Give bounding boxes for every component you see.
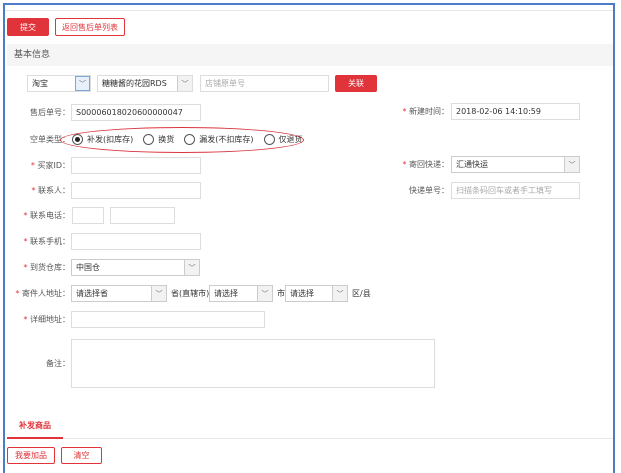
return-express-select[interactable]: 汇通快运 ﹀ <box>451 156 580 173</box>
address-label: * 寄件人地址： <box>15 289 70 298</box>
chevron-down-icon: ﹀ <box>564 157 579 172</box>
platform-select[interactable]: 淘宝 ﹀ <box>27 75 91 92</box>
shop-select[interactable]: 糖糖酱的花园RDS ﹀ <box>97 75 193 92</box>
warehouse-select[interactable]: 中国仓 ﹀ <box>71 259 200 276</box>
province-select[interactable]: 请选择省 ﹀ <box>71 285 167 302</box>
return-express-label: * 寄回快递： <box>402 160 449 169</box>
chevron-down-icon: ﹀ <box>177 76 192 91</box>
chevron-down-icon: ﹀ <box>332 286 347 301</box>
phone-number-field[interactable] <box>110 207 175 224</box>
created-time-field[interactable]: 2018-02-06 14:10:59 <box>451 103 580 120</box>
detail-address-label: * 详细地址： <box>23 315 70 324</box>
warehouse-label: * 到货仓库： <box>23 263 70 272</box>
link-button[interactable]: 关联 <box>335 75 377 92</box>
return-express-value: 汇通快运 <box>456 160 488 169</box>
add-goods-button[interactable]: 我要加品 <box>7 447 55 464</box>
after-sale-no-field[interactable]: S00006018020600000047 <box>71 104 201 121</box>
remark-label: 备注： <box>46 359 70 368</box>
submit-button[interactable]: 提交 <box>7 18 49 36</box>
tracking-field[interactable]: 扫描条码回车或者手工填写 <box>451 182 580 199</box>
buyer-id-field[interactable] <box>71 157 201 174</box>
original-order-input[interactable]: 店铺原单号 <box>200 75 329 92</box>
district-select[interactable]: 请选择 ﹀ <box>285 285 348 302</box>
chevron-down-icon: ﹀ <box>184 260 199 275</box>
remark-textarea[interactable] <box>71 339 435 388</box>
mobile-label: * 联系手机： <box>23 237 70 246</box>
district-suffix: 区/县 <box>352 289 371 298</box>
created-time-label: * 新建时间： <box>402 107 449 116</box>
after-sale-no-label: 售后单号： <box>30 108 70 117</box>
tab-reissue-goods[interactable]: 补发商品 <box>7 418 63 439</box>
shop-value: 糖糖酱的花园RDS <box>102 79 167 88</box>
phone-label: * 联系电话： <box>23 211 70 220</box>
warehouse-value: 中国仓 <box>76 263 100 272</box>
clear-button[interactable]: 清空 <box>61 447 102 464</box>
buyer-id-label: * 买家ID： <box>30 161 70 170</box>
contact-label: * 联系人： <box>31 186 70 195</box>
city-suffix: 市 <box>277 289 285 298</box>
tracking-label: 快递单号： <box>409 186 449 195</box>
back-to-list-button[interactable]: 返回售后单列表 <box>55 18 125 36</box>
chevron-down-icon: ﹀ <box>75 76 90 91</box>
tab-divider <box>7 438 613 439</box>
district-value: 请选择 <box>290 289 314 298</box>
chevron-down-icon: ﹀ <box>257 286 272 301</box>
highlight-ellipse <box>60 127 304 153</box>
chevron-down-icon: ﹀ <box>151 286 166 301</box>
city-value: 请选择 <box>214 289 238 298</box>
province-value: 请选择省 <box>76 289 108 298</box>
detail-address-field[interactable] <box>71 311 265 328</box>
mobile-field[interactable] <box>71 233 201 250</box>
section-header: 基本信息 <box>7 44 613 66</box>
contact-field[interactable] <box>71 182 201 199</box>
province-suffix: 省(直辖市) <box>171 289 210 298</box>
divider <box>5 10 613 11</box>
platform-value: 淘宝 <box>32 79 48 88</box>
city-select[interactable]: 请选择 ﹀ <box>209 285 273 302</box>
phone-area-field[interactable] <box>72 207 104 224</box>
